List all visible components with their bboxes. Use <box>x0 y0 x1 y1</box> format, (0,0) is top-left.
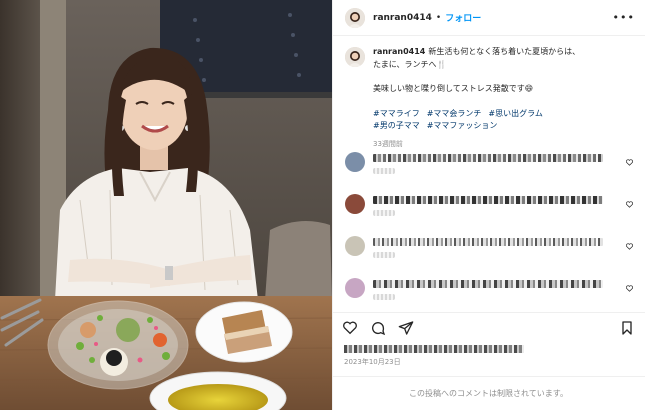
fork-knife-emoji: 🍴 <box>436 59 447 69</box>
caption-line-1: ranran0414 新生活も何となく落ち着いた夏頃からは、 <box>373 46 623 59</box>
likes-text-blurred <box>344 345 524 353</box>
hashtag-link[interactable]: #男の子ママ <box>373 121 420 130</box>
hashtag-list-2: #男の子ママ #ママファッション <box>373 120 623 133</box>
comment-avatar[interactable] <box>345 278 365 298</box>
comment-item <box>345 234 635 276</box>
hashtag-list: #ママライフ #ママ会ランチ #思い出グラム <box>373 108 623 121</box>
share-icon <box>398 320 414 335</box>
hashtag-link[interactable]: #ママファッション <box>427 121 498 130</box>
caption-text-1: 新生活も何となく落ち着いた夏頃からは、 <box>428 47 581 56</box>
follow-button[interactable]: フォロー <box>445 11 481 24</box>
comments-disabled-notice: この投稿へのコメントは制限されています。 <box>332 376 645 410</box>
hashtag-link[interactable]: #ママライフ <box>373 109 420 118</box>
heart-icon <box>343 321 357 334</box>
comment-avatar[interactable] <box>345 152 365 172</box>
comment-text-blurred <box>373 280 603 288</box>
caption-line-3: 美味しい物と喋り倒してストレス発散です😄 <box>373 83 623 96</box>
action-bar <box>332 312 645 342</box>
comment-meta <box>373 210 395 216</box>
comment-meta <box>373 252 395 258</box>
hashtag-link[interactable]: #思い出グラム <box>488 109 542 118</box>
comment-item <box>345 150 635 192</box>
caption: ranran0414 新生活も何となく落ち着いた夏頃からは、 たまに、ランチへ🍴 … <box>333 36 645 150</box>
caption-text-3: 美味しい物と喋り倒してストレス発散です <box>373 84 525 93</box>
caption-line-2: たまに、ランチへ🍴 <box>373 59 623 72</box>
caption-text-2: たまに、ランチへ <box>373 59 437 69</box>
separator-dot: • <box>435 12 442 23</box>
caption-avatar[interactable] <box>345 47 365 67</box>
comment-item <box>345 192 635 234</box>
like-button[interactable] <box>342 320 358 336</box>
heart-icon[interactable] <box>626 159 633 166</box>
bookmark-icon <box>622 320 632 335</box>
comment-avatar[interactable] <box>345 236 365 256</box>
caption-time: 33週間前 <box>373 139 403 148</box>
share-button[interactable] <box>398 320 414 336</box>
avatar[interactable] <box>345 7 365 28</box>
hashtag-link[interactable]: #ママ会ランチ <box>427 109 482 118</box>
comment-meta <box>373 168 395 174</box>
smile-emoji: 😄 <box>524 84 534 93</box>
comment-icon <box>372 321 386 335</box>
comment-text-blurred <box>373 154 603 162</box>
comment-list <box>345 150 635 318</box>
heart-icon[interactable] <box>626 285 633 292</box>
comment-text-blurred <box>373 196 603 204</box>
comment-meta <box>373 294 395 300</box>
comment-button[interactable] <box>370 320 386 336</box>
heart-icon[interactable] <box>626 201 633 208</box>
save-button[interactable] <box>619 320 635 336</box>
comment-avatar[interactable] <box>345 194 365 214</box>
comment-text-blurred <box>373 238 603 246</box>
post-date: 2023年10月23日 <box>344 358 401 366</box>
post-header: ranran0414 • フォロー ••• <box>333 0 645 36</box>
more-icon[interactable]: ••• <box>613 11 635 24</box>
header-username[interactable]: ranran0414 <box>373 13 432 23</box>
post-photo[interactable] <box>0 0 332 410</box>
caption-body: ranran0414 新生活も何となく落ち着いた夏頃からは、 たまに、ランチへ🍴 … <box>373 46 623 150</box>
heart-icon[interactable] <box>626 243 633 250</box>
caption-username[interactable]: ranran0414 <box>373 47 425 56</box>
